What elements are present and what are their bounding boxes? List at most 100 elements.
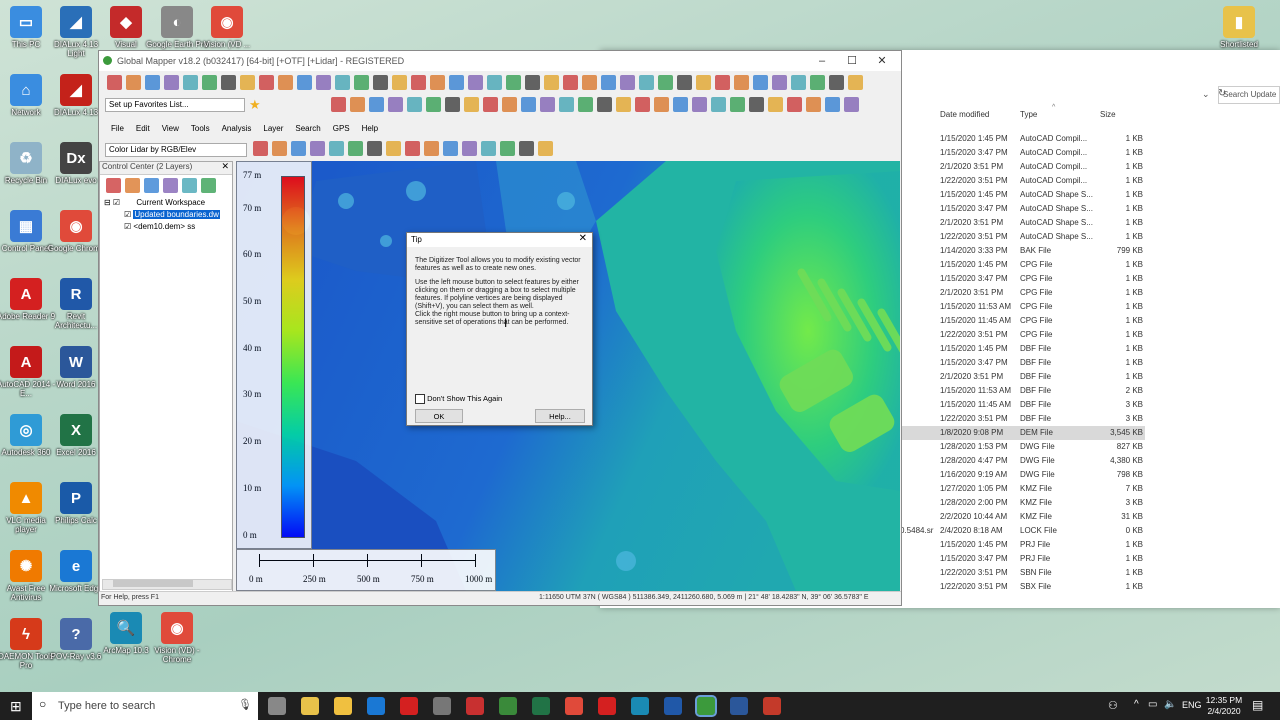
toolbar-button-icon[interactable] [354, 75, 369, 90]
file-row[interactable]: 1/15/2020 11:53 AM CPG File 1 KB [900, 300, 1145, 314]
toolbar-button-icon[interactable] [711, 97, 726, 112]
toolbar-button-icon[interactable] [449, 75, 464, 90]
taskbar-app-icon[interactable] [268, 697, 286, 715]
file-row[interactable]: 1/15/2020 11:45 AM DBF File 3 KB [900, 398, 1145, 412]
menu-view[interactable]: View [162, 124, 179, 133]
file-row[interactable]: 2/1/2020 3:51 PM CPG File 1 KB [900, 286, 1145, 300]
toolbar-button-icon[interactable] [253, 141, 268, 156]
toolbar-button-icon[interactable] [126, 75, 141, 90]
file-row[interactable]: 2/1/2020 3:51 PM AutoCAD Shape S... 1 KB [900, 216, 1145, 230]
network-icon[interactable]: ▭ [1148, 699, 1157, 710]
clock[interactable]: 12:35 PM 2/4/2020 [1204, 695, 1244, 717]
taskbar-app-icon[interactable] [763, 697, 781, 715]
taskbar-app-icon[interactable] [367, 697, 385, 715]
toolbar-button-icon[interactable] [500, 141, 515, 156]
microphone-icon[interactable]: 🎙 [238, 698, 252, 711]
favorites-combo[interactable]: Set up Favorites List... [105, 98, 245, 112]
toolbar-button-icon[interactable] [464, 97, 479, 112]
file-name-fragment[interactable]: 0.5484.sr [900, 526, 933, 535]
file-row[interactable]: 1/22/2020 3:51 PM CPG File 1 KB [900, 328, 1145, 342]
toolbar-button-icon[interactable] [411, 75, 426, 90]
toolbar-button-icon[interactable] [578, 97, 593, 112]
toolbar-button-icon[interactable] [677, 75, 692, 90]
toolbar-button-icon[interactable] [521, 97, 536, 112]
people-icon[interactable]: ⚇ [1108, 699, 1118, 712]
menu-edit[interactable]: Edit [136, 124, 150, 133]
file-row[interactable]: 2/1/2020 3:51 PM DBF File 1 KB [900, 370, 1145, 384]
toolbar-button-icon[interactable] [597, 97, 612, 112]
taskbar-app-icon[interactable] [631, 697, 649, 715]
toolbar-button-icon[interactable] [388, 97, 403, 112]
menu-layer[interactable]: Layer [263, 124, 283, 133]
toolbar-button-icon[interactable] [350, 97, 365, 112]
toolbar-button-icon[interactable] [768, 97, 783, 112]
layer-item-dem[interactable]: ☑ <dem10.dem> ss [124, 222, 220, 234]
file-row[interactable]: 1/15/2020 3:47 PM CPG File 1 KB [900, 272, 1145, 286]
toolbar-button-icon[interactable] [405, 141, 420, 156]
file-row[interactable]: 2/4/2020 8:18 AM LOCK File 0 KB [900, 524, 1145, 538]
toolbar-button-icon[interactable] [145, 75, 160, 90]
toolbar-button-icon[interactable] [563, 75, 578, 90]
file-row[interactable]: 1/16/2020 9:19 AM DWG File 798 KB [900, 468, 1145, 482]
taskbar-app-icon[interactable] [334, 697, 352, 715]
volume-icon[interactable]: 🔈 [1164, 699, 1176, 710]
file-row[interactable]: 1/28/2020 2:00 PM KMZ File 3 KB [900, 496, 1145, 510]
toolbar-button-icon[interactable] [519, 141, 534, 156]
layer-item-boundaries[interactable]: ☑ Updated boundaries.dw [124, 210, 220, 222]
file-row[interactable]: 1/22/2020 3:51 PM SBX File 1 KB [900, 580, 1145, 594]
help-button[interactable]: Help... [535, 409, 585, 423]
toolbar-button-icon[interactable] [673, 97, 688, 112]
toolbar-button-icon[interactable] [201, 178, 216, 193]
file-row[interactable]: 1/15/2020 1:45 PM AutoCAD Shape S... 1 KB [900, 188, 1145, 202]
toolbar-button-icon[interactable] [715, 75, 730, 90]
chevron-down-icon[interactable]: ⌄ [1202, 89, 1210, 100]
toolbar-button-icon[interactable] [601, 75, 616, 90]
menu-file[interactable]: File [111, 124, 124, 133]
toolbar-button-icon[interactable] [772, 75, 787, 90]
maximize-button[interactable]: ☐ [837, 51, 867, 71]
toolbar-button-icon[interactable] [407, 97, 422, 112]
toolbar-button-icon[interactable] [844, 97, 859, 112]
dont-show-checkbox[interactable]: Don't Show This Again [415, 394, 502, 405]
toolbar-button-icon[interactable] [730, 97, 745, 112]
toolbar-button-icon[interactable] [544, 75, 559, 90]
taskbar-search-box[interactable]: ○ Type here to search 🎙 [32, 692, 258, 720]
toolbar-button-icon[interactable] [424, 141, 439, 156]
file-row[interactable]: 1/15/2020 1:45 PM AutoCAD Compil... 1 KB [900, 132, 1145, 146]
toolbar-button-icon[interactable] [506, 75, 521, 90]
toolbar-button-icon[interactable] [692, 97, 707, 112]
toolbar-button-icon[interactable] [348, 141, 363, 156]
toolbar-button-icon[interactable] [291, 141, 306, 156]
toolbar-button-icon[interactable] [367, 141, 382, 156]
toolbar-button-icon[interactable] [272, 141, 287, 156]
toolbar-button-icon[interactable] [310, 141, 325, 156]
toolbar-button-icon[interactable] [525, 75, 540, 90]
notification-icon[interactable]: ▤ [1252, 698, 1263, 712]
toolbar-button-icon[interactable] [502, 97, 517, 112]
taskbar-app-icon[interactable] [466, 697, 484, 715]
toolbar-button-icon[interactable] [639, 75, 654, 90]
toolbar-button-icon[interactable] [749, 97, 764, 112]
toolbar-button-icon[interactable] [259, 75, 274, 90]
show-hidden-icons[interactable]: ^ [1134, 699, 1139, 710]
taskbar-app-icon[interactable] [664, 697, 682, 715]
toolbar-button-icon[interactable] [443, 141, 458, 156]
scrollbar-thumb[interactable] [113, 580, 193, 587]
toolbar-button-icon[interactable] [373, 75, 388, 90]
checkbox-box[interactable] [415, 394, 425, 405]
toolbar-button-icon[interactable] [392, 75, 407, 90]
toolbar-button-icon[interactable] [810, 75, 825, 90]
toolbar-button-icon[interactable] [462, 141, 477, 156]
file-row[interactable]: 1/28/2020 1:53 PM DWG File 827 KB [900, 440, 1145, 454]
toolbar-button-icon[interactable] [106, 178, 121, 193]
toolbar-button-icon[interactable] [240, 75, 255, 90]
column-header-date[interactable]: Date modified [940, 110, 989, 119]
file-row[interactable]: 1/22/2020 3:51 PM SBN File 1 KB [900, 566, 1145, 580]
desktop-icon-e0[interactable]: ◉ Vision (VD ... [196, 6, 258, 49]
toolbar-button-icon[interactable] [221, 75, 236, 90]
toolbar-button-icon[interactable] [481, 141, 496, 156]
toolbar-button-icon[interactable] [806, 97, 821, 112]
toolbar-button-icon[interactable] [426, 97, 441, 112]
ok-button[interactable]: OK [415, 409, 463, 423]
menu-search[interactable]: Search [295, 124, 320, 133]
